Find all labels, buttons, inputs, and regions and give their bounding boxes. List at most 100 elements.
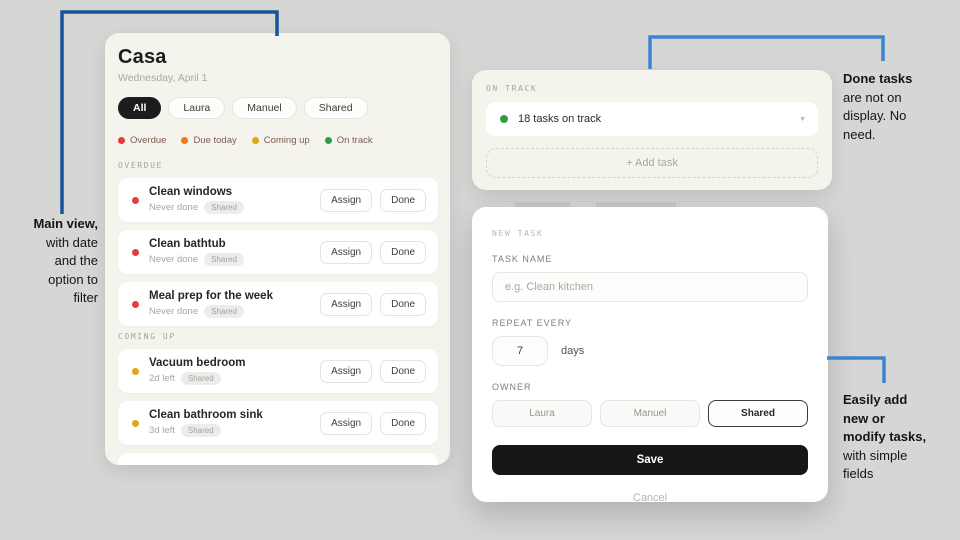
annotation-easily-add: Easily add new or modify tasks, with sim… [843,391,955,484]
task-title: Clean bathroom sink [149,409,263,421]
annotation-main-view: Main view, with date and the option to f… [14,215,98,308]
connector-done-tasks [648,35,885,69]
page-title: Casa [118,46,167,68]
filter-pill-manuel[interactable]: Manuel [232,97,297,119]
cancel-button[interactable]: Cancel [492,492,808,504]
filter-pills: All Laura Manuel Shared [118,97,438,119]
annotation-line: with date [45,234,98,250]
task-row: Clean bathroom sink 3d left Shared Assig… [118,401,438,445]
status-dot-icon [132,248,139,256]
overdue-dot-icon [118,137,125,144]
status-dot-icon [132,419,139,427]
assign-button[interactable]: Assign [320,240,373,264]
owner-options: Laura Manuel Shared [492,400,808,427]
task-row: Clean bathtub Never done Shared Assign D… [118,230,438,274]
task-row-clipped [118,453,438,465]
on-track-dot-icon [500,115,508,123]
repeat-unit-label: days [561,345,585,357]
done-button[interactable]: Done [380,188,426,212]
annotation-line: and the [54,253,98,268]
task-info: Vacuum bedroom 2d left Shared [149,357,320,385]
on-track-panel: ON TRACK 18 tasks on track ▼ + Add task [472,70,832,190]
annotation-done-tasks: Done tasks are not on display. No need. [843,70,955,144]
add-task-button[interactable]: + Add task [486,148,818,178]
task-meta: 2d left [149,373,175,384]
on-track-dot-icon [324,137,332,144]
task-meta: Never done [149,202,199,213]
assign-button[interactable]: Assign [320,188,373,212]
task-info: Clean windows Never done Shared [149,186,320,214]
repeat-every-label: REPEAT EVERY [492,318,573,328]
shared-badge: Shared [180,424,221,437]
task-title: Vacuum bedroom [149,357,246,369]
annotation-line: Easily add [843,392,908,407]
assign-button[interactable]: Assign [320,292,373,316]
save-button[interactable]: Save [492,445,808,475]
repeat-days-input[interactable] [492,336,548,366]
shared-badge: Shared [180,372,221,385]
chevron-down-icon[interactable]: ▼ [799,116,806,123]
task-title: Clean windows [149,186,233,198]
page: Main view, with date and the option to f… [0,0,960,540]
owner-label: OWNER [492,382,532,392]
annotation-line: option to [48,271,98,287]
status-dot-icon [132,300,139,308]
legend-item-overdue: Overdue [118,135,166,146]
task-title: Meal prep for the week [149,290,273,302]
done-button[interactable]: Done [380,292,426,316]
section-header-on-track: ON TRACK [486,84,538,93]
modal-title: NEW TASK [492,229,544,238]
annotation-line: display. No [843,108,907,123]
task-meta: Never done [149,306,199,317]
new-task-modal: NEW TASK TASK NAME REPEAT EVERY days OWN… [472,207,828,504]
shared-badge: Shared [204,253,244,266]
current-date: Wednesday, April 1 [118,72,208,84]
status-legend: Overdue Due today Coming up On track [118,135,438,146]
done-button[interactable]: Done [380,411,426,435]
task-name-input[interactable] [492,272,808,302]
legend-label: Overdue [130,135,167,146]
task-title: Clean bathtub [149,238,226,250]
coming-up-dot-icon [251,137,259,144]
due-today-dot-icon [181,137,189,144]
owner-option-manuel[interactable]: Manuel [600,400,700,427]
legend-label: Coming up [263,135,310,146]
legend-label: On track [336,135,373,146]
owner-option-laura[interactable]: Laura [492,400,592,427]
done-button[interactable]: Done [380,240,426,264]
task-info: Clean bathroom sink 3d left Shared [149,409,320,437]
legend-item-on-track: On track [324,135,373,146]
done-button[interactable]: Done [380,359,426,383]
legend-label: Due today [193,135,237,146]
on-track-summary-row[interactable]: 18 tasks on track ▼ [486,102,818,136]
task-row: Vacuum bedroom 2d left Shared Assign Don… [118,349,438,393]
annotation-line: are not on [843,89,902,105]
main-task-panel: Casa Wednesday, April 1 All Laura Manuel… [105,33,450,465]
status-dot-icon [132,367,139,375]
shared-badge: Shared [204,201,244,214]
task-info: Meal prep for the week Never done Shared [149,290,320,318]
legend-item-coming-up: Coming up [251,135,310,146]
annotation-line: need. [843,126,876,142]
task-meta: 3d left [149,425,175,436]
on-track-summary: 18 tasks on track [518,113,602,125]
legend-item-due-today: Due today [181,135,237,146]
annotation-line: new or [843,410,885,426]
assign-button[interactable]: Assign [320,411,373,435]
section-header-overdue: OVERDUE [118,161,163,170]
task-row: Clean windows Never done Shared Assign D… [118,178,438,222]
filter-pill-shared[interactable]: Shared [303,97,368,119]
annotation-line: filter [73,290,98,305]
status-dot-icon [132,196,139,204]
connector-easily-add [827,356,886,383]
owner-option-shared[interactable]: Shared [708,400,808,427]
annotation-line: modify tasks, [843,429,927,444]
task-name-label: TASK NAME [492,254,553,264]
assign-button[interactable]: Assign [320,359,373,383]
annotation-line: Main view, [33,216,98,231]
annotation-line: with simple [843,447,908,463]
annotation-line: Done tasks [843,71,913,86]
filter-pill-laura[interactable]: Laura [168,97,226,119]
task-info: Clean bathtub Never done Shared [149,238,320,266]
filter-pill-all[interactable]: All [118,97,162,119]
